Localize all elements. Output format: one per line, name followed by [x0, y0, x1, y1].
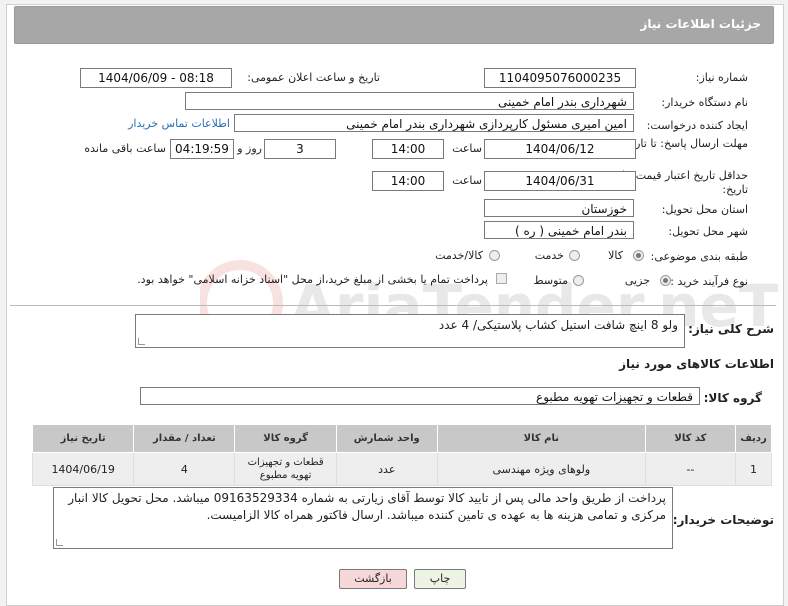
- category-goods-service-label: کالا/خدمت: [435, 249, 483, 262]
- col-row: ردیف: [735, 424, 772, 453]
- summary-textarea: ولو 8 اینچ شافت استیل کشاب پلاستیکی/ 4 ع…: [135, 314, 685, 348]
- goods-table-header: ردیف کد کالا نام کالا واحد شمارش گروه کا…: [31, 424, 772, 453]
- category-label: طبقه بندی موضوعی:: [650, 250, 748, 263]
- print-button[interactable]: چاپ: [414, 569, 466, 589]
- deadline-time-label: ساعت: [452, 142, 482, 155]
- min-price-time-field: 14:00: [372, 171, 444, 191]
- deadline-date-field: 1404/06/12: [484, 139, 636, 159]
- days-label: روز و: [237, 142, 262, 155]
- treasury-checkbox[interactable]: [496, 273, 507, 284]
- process-label: نوع فرآیند خرید :: [670, 275, 748, 288]
- process-minor-label: جزیی: [624, 274, 650, 287]
- creator-label: ایجاد کننده درخواست:: [646, 119, 748, 132]
- col-unit: واحد شمارش: [335, 424, 438, 453]
- remaining-time-field: 04:19:59: [170, 139, 234, 159]
- deadline-time-field: 14:00: [372, 139, 444, 159]
- cell-group: قطعات و تجهیزات تهویه مطبوع: [234, 452, 337, 486]
- treasury-note: پرداخت تمام یا بخشی از مبلغ خرید،از محل …: [137, 273, 488, 286]
- days-remaining-field: 3: [264, 139, 336, 159]
- cell-qty: 4: [133, 452, 236, 486]
- goods-table: ردیف کد کالا نام کالا واحد شمارش گروه کا…: [31, 424, 772, 486]
- process-radio-minor[interactable]: [660, 275, 671, 286]
- col-code: کد کالا: [644, 424, 737, 453]
- cell-name: ولوهای ویژه مهندسی: [436, 452, 646, 486]
- contact-info-link[interactable]: اطلاعات تماس خریدار: [128, 117, 230, 130]
- deadline-label: مهلت ارسال پاسخ: تا تاریخ:: [621, 137, 748, 150]
- category-radio-goods-service[interactable]: [489, 250, 500, 261]
- process-medium-label: متوسط: [533, 274, 568, 287]
- cell-date: 1404/06/19: [31, 452, 135, 486]
- page-header: جزئیات اطلاعات نیاز: [14, 6, 774, 44]
- buyer-org-field: شهرداری بندر امام خمینی: [185, 92, 634, 110]
- col-qty: تعداد / مقدار: [133, 424, 236, 453]
- city-field: بندر امام خمینی ( ره ): [484, 221, 634, 239]
- city-label: شهر محل تحویل:: [668, 225, 748, 238]
- divider: [10, 305, 776, 306]
- cell-row: 1: [735, 452, 772, 486]
- category-radio-service[interactable]: [569, 250, 580, 261]
- category-radio-goods[interactable]: [633, 250, 644, 261]
- col-date: تاریخ نیاز: [31, 424, 135, 453]
- announce-label: تاریخ و ساعت اعلان عمومی:: [247, 71, 380, 84]
- cell-unit: عدد: [335, 452, 438, 486]
- need-number-label: شماره نیاز:: [695, 71, 748, 84]
- buyer-notes-textarea: پرداخت از طریق واحد مالی پس از تایید کال…: [53, 487, 673, 549]
- category-service-label: خدمت: [534, 249, 564, 262]
- need-number-field: 1104095076000235: [484, 68, 636, 88]
- cell-code: --: [644, 452, 737, 486]
- buyer-notes-text: پرداخت از طریق واحد مالی پس از تایید کال…: [68, 491, 666, 522]
- province-label: استان محل تحویل:: [661, 203, 748, 216]
- remaining-time-label: ساعت باقی مانده: [84, 142, 166, 155]
- summary-text: ولو 8 اینچ شافت استیل کشاب پلاستیکی/ 4 ع…: [438, 318, 678, 332]
- summary-label: شرح کلی نیاز:: [688, 322, 774, 336]
- goods-group-label: گروه کالا:: [703, 391, 762, 405]
- resize-grip-icon[interactable]: [56, 539, 63, 546]
- col-name: نام کالا: [436, 424, 646, 453]
- back-button[interactable]: بازگشت: [339, 569, 407, 589]
- buyer-notes-label: توضیحات خریدار:: [672, 513, 774, 527]
- table-row: 1 -- ولوهای ویژه مهندسی عدد قطعات و تجهی…: [31, 452, 772, 486]
- announce-field: 1404/06/09 - 08:18: [80, 68, 232, 88]
- buyer-org-label: نام دستگاه خریدار:: [661, 96, 748, 109]
- page-title: جزئیات اطلاعات نیاز: [640, 17, 761, 31]
- min-price-date-field: 1404/06/31: [484, 171, 636, 191]
- min-price-label: حداقل تاریخ اعتبار قیمت: تا تاریخ:: [622, 169, 748, 196]
- province-field: خوزستان: [484, 199, 634, 217]
- creator-field: امین امیری مسئول کارپردازی شهرداری بندر …: [234, 114, 634, 132]
- min-price-time-label: ساعت: [452, 174, 482, 187]
- category-goods-label: کالا: [608, 249, 623, 262]
- process-radio-medium[interactable]: [573, 275, 584, 286]
- goods-section-title: اطلاعات کالاهای مورد نیاز: [619, 357, 774, 371]
- resize-grip-icon[interactable]: [138, 338, 145, 345]
- goods-group-field: قطعات و تجهیزات تهویه مطبوع: [140, 387, 700, 405]
- col-group: گروه کالا: [234, 424, 337, 453]
